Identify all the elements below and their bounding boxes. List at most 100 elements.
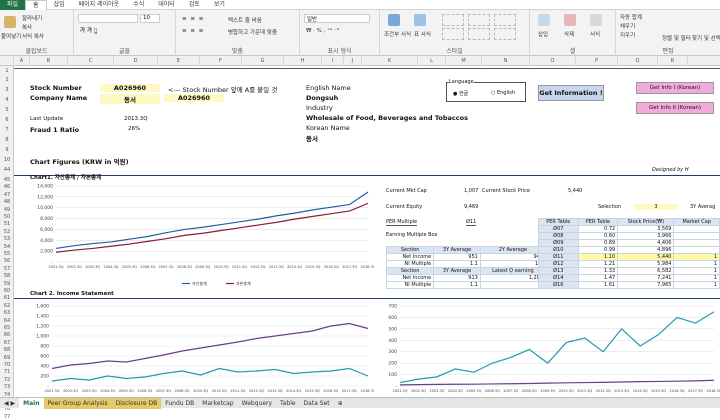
lang-en-radio[interactable]: ○ English — [491, 90, 515, 96]
percent-icon[interactable]: ₩ · % , ⁺⁰ ⁻⁰ — [306, 28, 339, 34]
style-swatch-2[interactable] — [442, 28, 464, 40]
sheet-tab-data-set[interactable]: Data Set — [300, 398, 334, 409]
row-header[interactable]: 1 — [0, 68, 14, 74]
sheet-tab-table[interactable]: Table — [276, 398, 300, 409]
row-header[interactable]: 70 — [0, 362, 14, 368]
row-header[interactable]: 53 — [0, 236, 14, 242]
row-header[interactable]: 47 — [0, 192, 14, 198]
font-size-select[interactable]: 10 — [140, 14, 160, 23]
paste-icon[interactable] — [4, 16, 16, 28]
row-header[interactable]: 9 — [0, 147, 14, 153]
column-header[interactable]: I — [322, 56, 344, 66]
row-header[interactable]: 69 — [0, 355, 14, 361]
conditional-format-icon[interactable] — [388, 14, 400, 26]
style-swatch-1[interactable] — [442, 14, 464, 26]
column-header[interactable]: R — [658, 56, 688, 66]
delete-button[interactable]: 삭제 — [564, 30, 574, 38]
conditional-format-button[interactable]: 조건부 서식 — [384, 30, 411, 38]
select-all[interactable] — [0, 56, 14, 66]
column-header[interactable]: P — [576, 56, 618, 66]
column-header[interactable]: N — [482, 56, 530, 66]
row-header[interactable]: 55 — [0, 251, 14, 257]
row-header[interactable]: 6 — [0, 117, 14, 123]
row-header[interactable]: 2 — [0, 77, 14, 83]
sheet-tab-disclosure-db[interactable]: Disclosure DB — [111, 397, 162, 409]
paste-button[interactable]: 붙여넣기 — [1, 32, 21, 40]
bold-icon[interactable]: 가 가 가̲ — [80, 26, 97, 34]
row-header[interactable]: 63 — [0, 310, 14, 316]
format-button[interactable]: 서식 — [590, 30, 600, 38]
delete-cells-icon[interactable] — [564, 14, 576, 26]
row-header[interactable]: 50 — [0, 214, 14, 220]
insert-button[interactable]: 삽입 — [538, 30, 548, 38]
style-swatch-3[interactable] — [468, 14, 490, 26]
column-header[interactable]: J — [344, 56, 362, 66]
row-header[interactable]: 45 — [0, 177, 14, 183]
row-header[interactable]: 73 — [0, 384, 14, 390]
stock-number-cell[interactable]: A026960 — [100, 84, 160, 92]
lang-kr-radio[interactable]: ● 한글 — [453, 90, 468, 97]
row-header[interactable]: 59 — [0, 281, 14, 287]
row-header[interactable]: 65 — [0, 325, 14, 331]
column-header[interactable]: Q — [618, 56, 658, 66]
worksheet[interactable]: Stock Number A026960 <--- Stock Number 앞… — [14, 66, 720, 397]
tab-formulas[interactable]: 수식 — [126, 0, 151, 10]
row-header[interactable]: 7 — [0, 127, 14, 133]
copy-button[interactable]: 복사 — [22, 23, 32, 31]
column-header[interactable]: B — [30, 56, 68, 66]
row-header[interactable]: 10 — [0, 157, 14, 163]
column-header[interactable]: O — [530, 56, 576, 66]
row-header[interactable]: 8 — [0, 137, 14, 143]
column-header[interactable]: E — [158, 56, 200, 66]
sheet-tab-marketcap[interactable]: Marketcap — [198, 398, 237, 409]
format-cells-icon[interactable] — [590, 14, 602, 26]
tab-review[interactable]: 검토 — [182, 0, 207, 10]
column-header[interactable]: M — [446, 56, 482, 66]
row-header[interactable]: 56 — [0, 258, 14, 264]
row-header[interactable]: 77 — [0, 414, 14, 420]
align-icons[interactable]: ≡ ≡ ≡ — [182, 16, 204, 22]
column-header[interactable]: A — [14, 56, 30, 66]
style-swatch-4[interactable] — [468, 28, 490, 40]
company-name-cell[interactable]: 동서 — [100, 94, 160, 104]
autosum-button[interactable]: 자동 합계 — [620, 13, 642, 21]
tab-file[interactable]: 파일 — [0, 0, 26, 10]
column-header[interactable]: D — [114, 56, 158, 66]
selection-value[interactable]: 3 — [634, 204, 678, 210]
find-select-button[interactable]: 찾기 및 선택 — [692, 34, 720, 42]
style-swatch-6[interactable] — [494, 28, 516, 40]
column-header[interactable]: F — [200, 56, 242, 66]
column-header[interactable]: K — [362, 56, 418, 66]
column-header[interactable]: L — [418, 56, 446, 66]
row-header[interactable]: 60 — [0, 288, 14, 294]
get-info-2-button[interactable]: Get Info II (Korean) — [636, 102, 714, 114]
sheet-tab-fundu-db[interactable]: Fundu DB — [161, 398, 198, 409]
column-header[interactable]: H — [284, 56, 322, 66]
tab-view[interactable]: 보기 — [207, 0, 232, 10]
add-sheet-icon[interactable]: ⊕ — [334, 398, 347, 409]
font-name-select[interactable] — [78, 14, 138, 23]
sheet-tab-peer-group[interactable]: Peer Group Analysis — [43, 397, 112, 409]
row-header[interactable]: 46 — [0, 184, 14, 190]
row-header[interactable]: 5 — [0, 107, 14, 113]
tab-home[interactable]: 홈 — [25, 0, 47, 10]
format-painter-button[interactable]: 서식 복사 — [22, 32, 44, 40]
row-header[interactable]: 49 — [0, 207, 14, 213]
fill-button[interactable]: 채우기 — [620, 22, 635, 30]
sort-filter-button[interactable]: 정렬 및 필터 — [662, 34, 691, 42]
row-header[interactable]: 72 — [0, 377, 14, 383]
table-format-icon[interactable] — [414, 14, 426, 26]
wrap-text-button[interactable]: 텍스트 줄 바꿈 — [228, 16, 262, 24]
merge-center-button[interactable]: 병합하고 가운데 맞춤 — [228, 28, 277, 36]
row-header[interactable]: 54 — [0, 244, 14, 250]
number-format-select[interactable]: 일반 — [304, 14, 370, 23]
column-header[interactable]: G — [242, 56, 284, 66]
row-header[interactable]: 57 — [0, 266, 14, 272]
sheet-tab-main[interactable]: Main — [19, 397, 44, 409]
align-icons-2[interactable]: ≡ ≡ ≡ — [182, 28, 204, 34]
row-header[interactable]: 62 — [0, 303, 14, 309]
row-header[interactable]: 66 — [0, 332, 14, 338]
row-header[interactable]: 67 — [0, 340, 14, 346]
clear-button[interactable]: 지우기 — [620, 31, 635, 39]
get-information-button[interactable]: Get Information ! — [538, 85, 604, 101]
